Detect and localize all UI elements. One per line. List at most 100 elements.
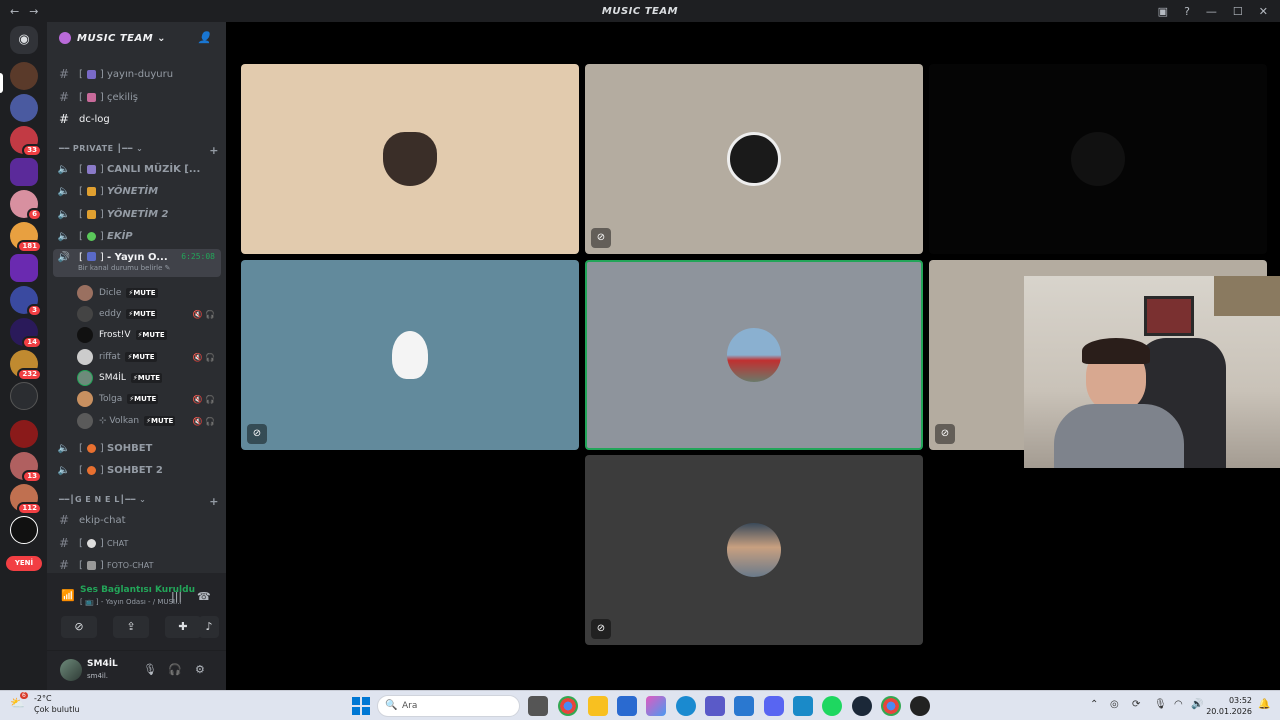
remote-desktop-icon[interactable]	[793, 696, 813, 716]
inbox-icon[interactable]: ▣	[1158, 5, 1168, 18]
voice-user[interactable]: eddy ⚡MUTE 🔇 🎧	[77, 304, 221, 324]
file-explorer-icon[interactable]	[588, 696, 608, 716]
server-icon[interactable]	[10, 516, 38, 544]
server-icon[interactable]	[10, 382, 38, 410]
avatar	[77, 370, 93, 386]
spotify-icon[interactable]	[822, 696, 842, 716]
server-icon[interactable]: 181	[10, 222, 42, 253]
server-icon[interactable]: 232	[10, 350, 42, 381]
participant-tile-speaking[interactable]	[585, 260, 923, 450]
voice-channel-canli-muzik[interactable]: 🔈[] CANLI MÜZİK [...	[53, 159, 221, 179]
taskbar-clock[interactable]: 03:52 20.01.2026	[1206, 695, 1252, 717]
signal-icon[interactable]: 📶	[61, 589, 75, 602]
disconnect-icon[interactable]: ☎	[197, 590, 211, 603]
voice-user[interactable]: SM4İL ⚡MUTE	[77, 368, 221, 388]
channel-ekip-chat[interactable]: # ekip-chat	[53, 510, 221, 530]
minimize-icon[interactable]: —	[1206, 5, 1217, 18]
avatar[interactable]	[60, 659, 82, 681]
wifi-icon[interactable]: ◠	[1174, 699, 1183, 710]
server-icon[interactable]	[10, 158, 38, 186]
server-icon[interactable]	[10, 62, 38, 90]
channel-foto-chat[interactable]: #[] FOTO-CHAT	[53, 555, 221, 575]
channel-chat[interactable]: #[] CHAT	[53, 533, 221, 553]
add-channel-icon[interactable]: +	[209, 495, 219, 508]
participant-tile[interactable]: ⊘	[585, 455, 923, 645]
mute-tag: ⚡MUTE	[126, 288, 158, 298]
voice-user[interactable]: Tolga ⚡MUTE 🔇 🎧	[77, 389, 221, 409]
participant-tile[interactable]	[929, 64, 1267, 254]
edge-icon[interactable]	[676, 696, 696, 716]
steam-icon[interactable]	[852, 696, 872, 716]
microphone-icon[interactable]: 🎙	[143, 663, 157, 676]
server-header[interactable]: MUSIC TEAM ⌄ 👤	[47, 22, 226, 54]
server-icon[interactable]: 33	[10, 126, 42, 157]
windows-start-icon[interactable]	[352, 697, 370, 715]
category-label: ━━ PRIVATE ┃━━	[59, 144, 133, 153]
category-genel[interactable]: ━━┃G E N E L┃━━ ⌄ +	[59, 495, 219, 509]
app-icon[interactable]	[910, 696, 930, 716]
participant-avatar	[727, 132, 781, 186]
volume-icon[interactable]: 🔊	[1191, 699, 1203, 710]
channel-dc-log[interactable]: # dc-log	[53, 109, 221, 129]
copilot-icon[interactable]	[646, 696, 666, 716]
server-icon[interactable]: 14	[10, 318, 42, 349]
server-icon[interactable]: 3	[10, 286, 42, 317]
tray-app-icon[interactable]: ◎	[1110, 699, 1119, 710]
discord-taskbar-icon[interactable]	[764, 696, 784, 716]
voice-user[interactable]: Dicle ⚡MUTE	[77, 283, 221, 303]
screen-share-button[interactable]: ⇪	[113, 616, 149, 638]
voice-user[interactable]: riffat ⚡MUTE 🔇 🎧	[77, 347, 221, 367]
server-icon[interactable]	[10, 94, 38, 122]
channel-name: dc-log	[79, 113, 110, 125]
noise-suppression-icon[interactable]: |||	[171, 590, 182, 603]
category-private[interactable]: ━━ PRIVATE ┃━━ ⌄ +	[59, 144, 219, 158]
server-icon[interactable]	[10, 254, 38, 282]
server-icon[interactable]	[10, 420, 38, 448]
hashtag-icon: #	[58, 558, 70, 572]
voice-user[interactable]: ⊹ Volkan ⚡MUTE 🔇 🎧	[77, 411, 221, 431]
channel-yayin-duyuru[interactable]: #[] yayın-duyuru	[53, 64, 221, 84]
maximize-icon[interactable]: ☐	[1233, 5, 1243, 18]
help-icon[interactable]: ?	[1184, 5, 1190, 18]
server-icon[interactable]: 112	[10, 484, 42, 515]
voice-channel-yonetim[interactable]: 🔈[] YÖNETİM	[53, 181, 221, 201]
taskbar-search[interactable]: 🔍 Ara	[377, 695, 520, 717]
discord-home-icon[interactable]: ◉	[10, 26, 38, 54]
add-channel-icon[interactable]: +	[209, 144, 219, 157]
voice-channel-sohbet[interactable]: 🔈[] SOHBET	[53, 438, 221, 458]
server-icon[interactable]: 6	[10, 190, 42, 221]
voice-user[interactable]: Frost!V ⚡MUTE	[77, 325, 221, 345]
new-badge[interactable]: YENİ	[6, 556, 42, 571]
camera-off-button[interactable]: ⊘	[61, 616, 97, 638]
outlook-icon[interactable]	[734, 696, 754, 716]
sync-icon[interactable]: ⟳	[1132, 699, 1140, 710]
chrome-icon[interactable]	[558, 696, 578, 716]
participant-tile[interactable]	[241, 64, 579, 254]
activities-button[interactable]: ✚	[165, 616, 201, 638]
weather-condition: Çok bulutlu	[34, 705, 80, 714]
notification-bell-icon[interactable]: 🔔	[1258, 699, 1270, 710]
soundboard-button[interactable]: ♪	[199, 616, 219, 638]
teams-icon[interactable]	[705, 696, 725, 716]
voice-channel-yonetim-2[interactable]: 🔈[] YÖNETİM 2	[53, 204, 221, 224]
task-view-icon[interactable]	[528, 696, 548, 716]
settings-gear-icon[interactable]: ⚙	[195, 663, 205, 676]
channel-cekilis[interactable]: #[] çekiliş	[53, 87, 221, 107]
fire-icon	[86, 443, 96, 453]
voice-channel-ekip[interactable]: 🔈[] EKİP	[53, 226, 221, 246]
microphone-icon[interactable]: 🎙	[1154, 699, 1167, 710]
voice-channel-sohbet-2[interactable]: 🔈[] SOHBET 2	[53, 460, 221, 480]
voice-channel-link[interactable]: [ 📺 ] - Yayın Odası - / MUSI...	[80, 598, 182, 606]
chevron-up-icon[interactable]: ⌃	[1090, 699, 1098, 710]
chrome-profile-icon[interactable]	[881, 696, 901, 716]
channel-status[interactable]: Bir kanal durumu belirle ✎	[78, 264, 171, 272]
voice-channel-yayin-odasi[interactable]: 🔊[] - Yayın O... 6:25:08 Bir kanal durum…	[53, 249, 221, 277]
notification-badge: 232	[17, 368, 42, 381]
participant-tile[interactable]: ⊘	[241, 260, 579, 450]
headphones-icon[interactable]: 🎧	[168, 663, 182, 676]
participant-tile[interactable]: ⊘	[585, 64, 923, 254]
invite-user-icon[interactable]: 👤	[198, 31, 212, 44]
close-icon[interactable]: ✕	[1259, 5, 1268, 18]
server-icon[interactable]: 13	[10, 452, 42, 483]
store-icon[interactable]	[617, 696, 637, 716]
